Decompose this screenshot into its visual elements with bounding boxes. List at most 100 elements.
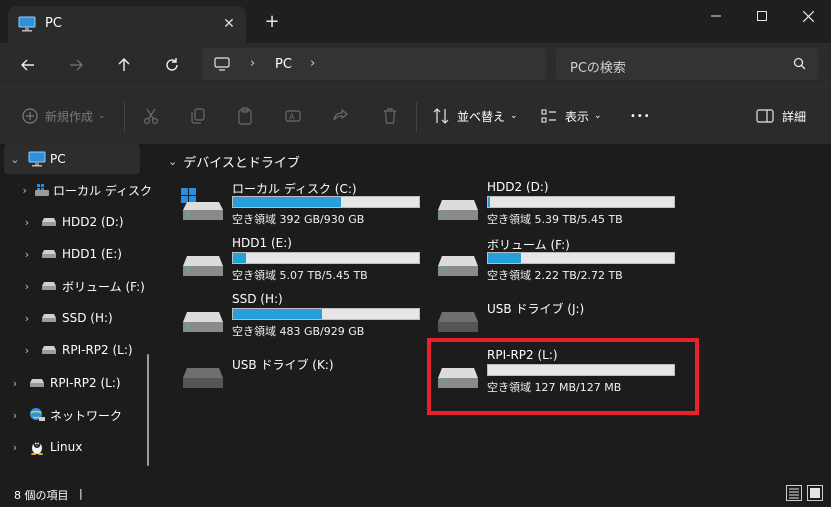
chevron-right-icon[interactable]: › xyxy=(16,280,38,293)
sidebar-item-ssd[interactable]: › SSD (H:) xyxy=(16,303,152,333)
sidebar-item-label: RPI-RP2 (L:) xyxy=(62,343,133,357)
divider xyxy=(124,102,125,132)
monitor-icon xyxy=(214,57,230,74)
sidebar-item-network[interactable]: › ネットワーク xyxy=(4,400,140,430)
chevron-right-icon[interactable]: › xyxy=(250,56,255,71)
chevron-right-icon[interactable]: › xyxy=(4,377,26,390)
new-tab-button[interactable]: + xyxy=(262,13,282,33)
pc-icon xyxy=(18,16,36,35)
sort-label: 並べ替え xyxy=(457,109,506,124)
drive-icon xyxy=(38,281,60,291)
sidebar-item-linux[interactable]: › Linux xyxy=(4,432,140,462)
close-button[interactable] xyxy=(785,0,831,32)
drive-usage-fill xyxy=(488,253,522,263)
details-button[interactable]: 詳細 xyxy=(756,104,806,128)
copy-button[interactable] xyxy=(189,104,207,128)
sidebar-item-label: RPI-RP2 (L:) xyxy=(50,376,121,390)
drive-tile-c[interactable]: ローカル ディスク (C:) 空き領域 392 GB/930 GB xyxy=(181,180,431,230)
details-pane-icon xyxy=(756,109,774,123)
sidebar-item-rpi-rp2-root[interactable]: › RPI-RP2 (L:) xyxy=(4,368,140,398)
chevron-down-icon: ⌄ xyxy=(98,111,106,121)
search-icon[interactable] xyxy=(793,57,806,73)
delete-button[interactable] xyxy=(381,104,399,128)
sidebar-item-pc[interactable]: ⌄ PC xyxy=(4,144,140,174)
sort-button[interactable]: 並べ替え ⌄ xyxy=(432,104,518,128)
arrow-left-icon xyxy=(21,59,34,71)
tab-label: PC xyxy=(45,16,62,31)
refresh-button[interactable] xyxy=(158,51,186,79)
drive-tile-e[interactable]: HDD1 (E:) 空き領域 5.07 TB/5.45 TB xyxy=(181,236,431,286)
drive-icon xyxy=(181,244,225,283)
group-header[interactable]: ⌄ デバイスとドライブ xyxy=(168,152,300,171)
usb-drive-icon xyxy=(436,300,480,339)
sidebar-item-hdd1[interactable]: › HDD1 (E:) xyxy=(16,239,152,269)
navigation-pane: ⌄ PC › ローカル ディスク › HDD2 (D:) › HDD1 (E:)… xyxy=(0,144,160,480)
chevron-right-icon[interactable]: › xyxy=(16,184,34,197)
tiles-view-icon xyxy=(810,488,820,498)
paste-button[interactable] xyxy=(236,104,254,128)
tab-close-icon[interactable]: ✕ xyxy=(219,14,239,34)
drive-name: HDD1 (E:) xyxy=(232,236,292,250)
details-view-button[interactable] xyxy=(786,485,802,501)
chevron-right-icon[interactable]: › xyxy=(4,409,26,422)
breadcrumb-pc[interactable]: PC xyxy=(275,57,292,72)
drive-icon xyxy=(26,378,48,388)
drive-tile-f[interactable]: ボリューム (F:) 空き領域 2.22 TB/2.72 TB xyxy=(436,236,686,286)
clipboard-icon xyxy=(238,107,252,125)
cut-button[interactable] xyxy=(142,104,160,128)
drive-free-space: 空き領域 5.39 TB/5.45 TB xyxy=(487,213,623,226)
sidebar-item-local-disk[interactable]: › ローカル ディスク xyxy=(16,175,152,205)
chevron-right-icon[interactable]: › xyxy=(16,216,38,229)
sidebar-item-volume[interactable]: › ボリューム (F:) xyxy=(16,271,152,301)
forward-button[interactable] xyxy=(62,51,90,79)
sidebar-item-hdd2[interactable]: › HDD2 (D:) xyxy=(16,207,152,237)
drive-tile-k[interactable]: USB ドライブ (K:) xyxy=(181,348,431,398)
copy-icon xyxy=(191,108,205,124)
chevron-right-icon[interactable]: › xyxy=(310,56,315,71)
back-button[interactable] xyxy=(14,51,42,79)
title-bar: PC ✕ + xyxy=(0,0,831,43)
chevron-right-icon[interactable]: › xyxy=(16,248,38,261)
chevron-down-icon[interactable]: ⌄ xyxy=(168,155,177,168)
minimize-button[interactable] xyxy=(693,0,739,32)
details-label: 詳細 xyxy=(782,109,807,124)
tiles-view-button[interactable] xyxy=(807,485,823,501)
share-button[interactable] xyxy=(332,104,350,128)
drive-icon xyxy=(38,217,60,227)
drive-tile-j[interactable]: USB ドライブ (J:) xyxy=(436,292,686,342)
sidebar-scrollbar[interactable] xyxy=(147,354,149,466)
drive-tile-h[interactable]: SSD (H:) 空き領域 483 GB/929 GB xyxy=(181,292,431,342)
search-box[interactable]: PCの検索 xyxy=(556,48,818,80)
drive-usage-fill xyxy=(233,253,247,263)
highlight-box xyxy=(427,338,699,415)
rename-button[interactable]: A xyxy=(284,104,302,128)
drive-free-space: 空き領域 392 GB/930 GB xyxy=(232,213,365,226)
refresh-icon xyxy=(166,58,178,71)
tab-pc[interactable]: PC ✕ xyxy=(8,6,246,43)
sidebar-item-rpi-rp2[interactable]: › RPI-RP2 (L:) xyxy=(16,335,152,365)
up-button[interactable] xyxy=(110,51,138,79)
drive-tile-d[interactable]: HDD2 (D:) 空き領域 5.39 TB/5.45 TB xyxy=(436,180,686,230)
chevron-down-icon[interactable]: ⌄ xyxy=(4,153,26,166)
chevron-right-icon[interactable]: › xyxy=(16,312,38,325)
usb-drive-icon xyxy=(181,356,225,395)
drive-usage-bar xyxy=(232,196,420,208)
arrow-right-icon xyxy=(70,59,83,71)
new-label: 新規作成 xyxy=(45,109,94,124)
maximize-button[interactable] xyxy=(739,0,785,32)
view-label: 表示 xyxy=(565,109,590,124)
drive-icon xyxy=(38,249,60,259)
view-button[interactable]: 表示 ⌄ xyxy=(540,104,602,128)
sidebar-item-label: Linux xyxy=(50,440,83,454)
address-bar[interactable]: › PC › xyxy=(202,48,546,80)
drive-icon xyxy=(38,313,60,323)
chevron-right-icon[interactable]: › xyxy=(16,344,38,357)
more-options-button[interactable]: ••• xyxy=(630,104,651,128)
chevron-right-icon[interactable]: › xyxy=(4,441,26,454)
rename-icon: A xyxy=(285,110,301,122)
windows-drive-icon xyxy=(34,183,52,197)
status-bar: 8 個の項目 | xyxy=(0,480,831,507)
sidebar-item-label: HDD2 (D:) xyxy=(62,215,124,229)
linux-icon xyxy=(26,439,48,455)
new-button[interactable]: 新規作成 ⌄ xyxy=(22,104,106,128)
